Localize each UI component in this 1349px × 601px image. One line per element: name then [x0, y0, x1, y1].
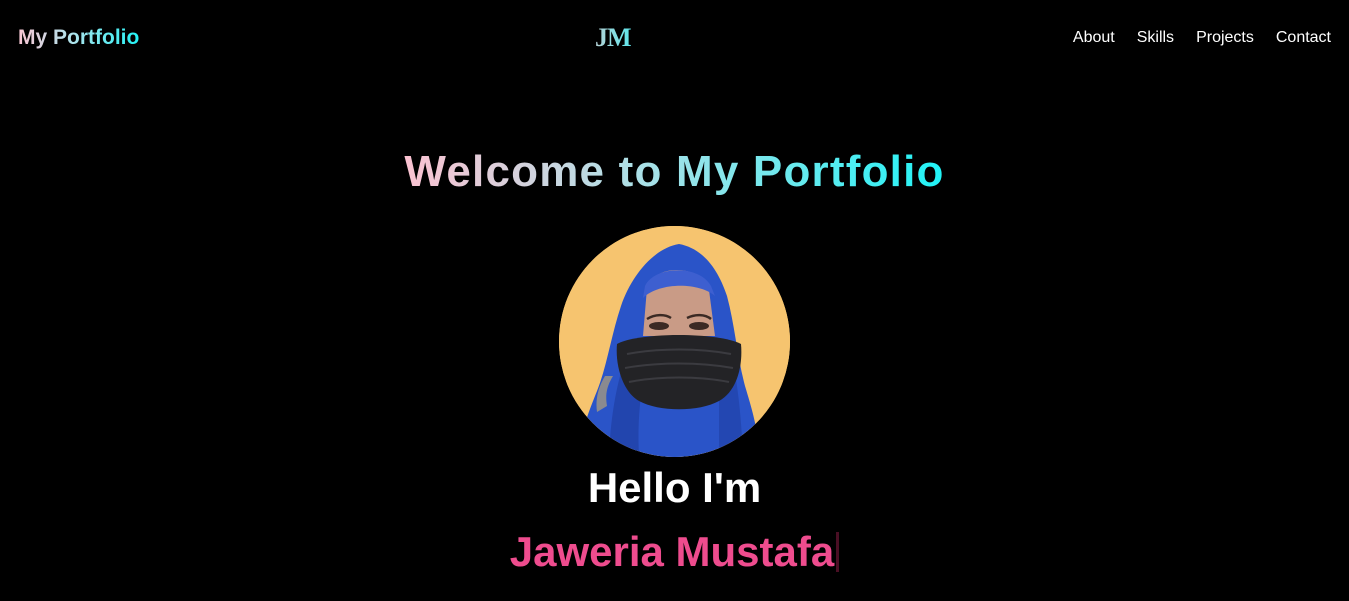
name-typing-line: Jaweria Mustafa [0, 527, 1349, 577]
nav-link-about[interactable]: About [1073, 28, 1115, 48]
hero-title-text: Welcome to My Portfolio [404, 147, 945, 196]
nav-menu: About Skills Projects Contact [1051, 28, 1331, 48]
person-name: Jaweria Mustafa [509, 528, 835, 575]
greeting-text: Hello I'm [587, 464, 762, 511]
typing-caret [836, 532, 840, 572]
portfolio-page: My Portfolio JM About Skills Projects Co… [0, 0, 1349, 601]
logo-initials: JM [595, 23, 632, 52]
profile-photo [559, 226, 790, 457]
navbar: My Portfolio JM About Skills Projects Co… [0, 0, 1349, 76]
brand-link[interactable]: My Portfolio [18, 25, 139, 51]
hero-title: Welcome to My Portfolio [0, 146, 1349, 198]
nav-link-projects[interactable]: Projects [1196, 28, 1254, 48]
nav-link-contact[interactable]: Contact [1276, 28, 1331, 48]
nav-link-skills[interactable]: Skills [1137, 28, 1174, 48]
